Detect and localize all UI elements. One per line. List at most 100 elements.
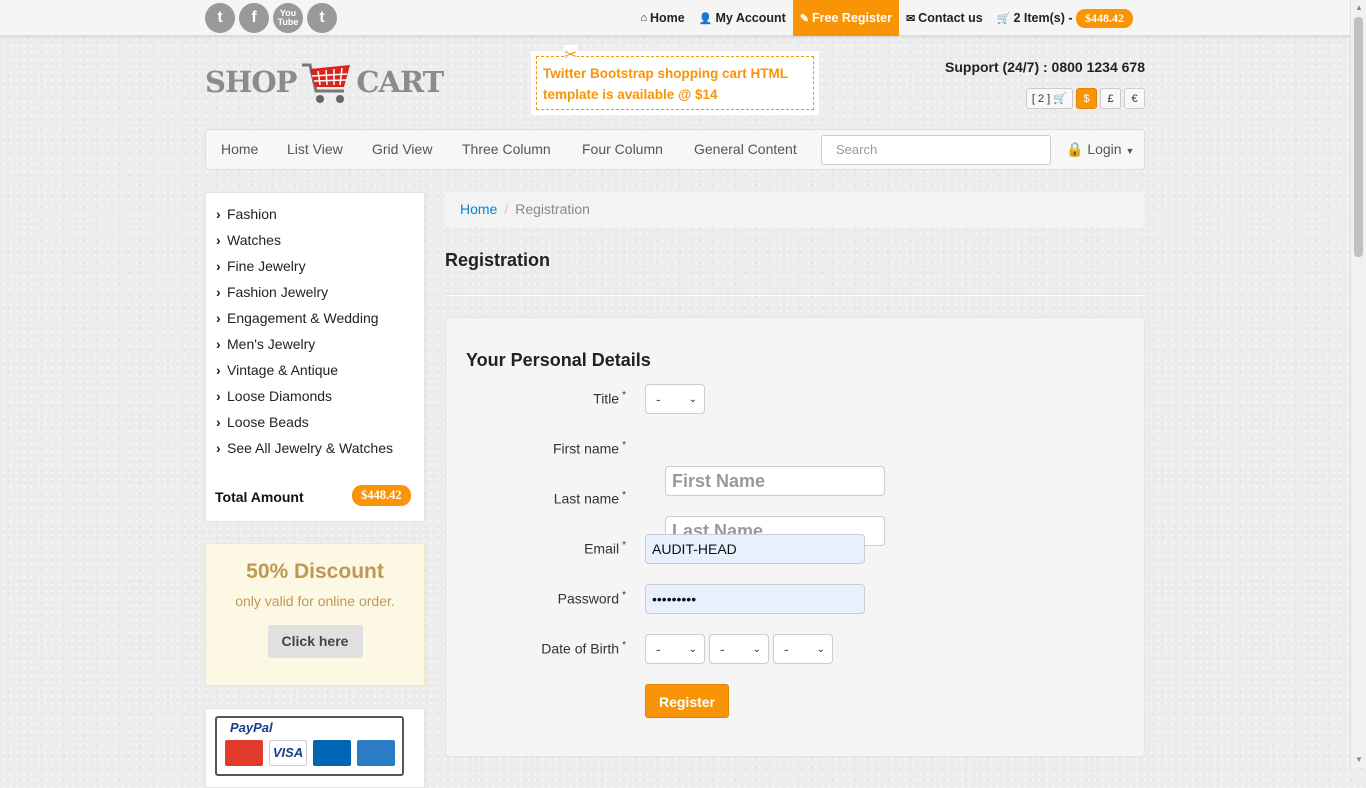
dob-year-value: - bbox=[784, 641, 789, 657]
category-item[interactable]: › Fashion Jewelry bbox=[216, 284, 328, 300]
category-item[interactable]: › Watches bbox=[216, 232, 281, 248]
category-label: Watches bbox=[227, 232, 281, 248]
dob-month-select[interactable]: - ⌄ bbox=[709, 634, 769, 664]
promo-banner[interactable]: ✂ Twitter Bootstrap shopping cart HTML t… bbox=[531, 45, 819, 115]
promo-text: Twitter Bootstrap shopping cart HTML tem… bbox=[536, 56, 814, 110]
category-item[interactable]: › Fine Jewelry bbox=[216, 258, 306, 274]
category-item[interactable]: › Fashion bbox=[216, 206, 277, 222]
category-label: Engagement & Wedding bbox=[227, 310, 379, 326]
paypal-logos: PayPal VISA bbox=[215, 716, 404, 776]
promo-line-1: Twitter Bootstrap shopping cart HTML bbox=[543, 66, 788, 81]
cart-total-badge: $448.42 bbox=[1076, 8, 1133, 28]
category-sidebar: › Fashion › Watches › Fine Jewelry › Fashion… bbox=[205, 192, 425, 522]
login-dropdown[interactable]: 🔒 Login ▼ bbox=[1066, 130, 1134, 169]
category-label: Men's Jewelry bbox=[227, 336, 316, 352]
chevron-right-icon: › bbox=[216, 310, 221, 326]
scissors-icon: ✂ bbox=[564, 45, 578, 65]
scroll-up-icon[interactable]: ▲ bbox=[1355, 3, 1363, 12]
amex-icon bbox=[357, 740, 395, 766]
chevron-down-icon: ⌄ bbox=[688, 393, 697, 405]
discount-text: only valid for online order. bbox=[235, 593, 395, 609]
mini-cart-button[interactable]: [ 2 ] 🛒 bbox=[1025, 88, 1073, 109]
email-field[interactable]: AUDIT-HEAD bbox=[645, 534, 865, 564]
dob-month-value: - bbox=[720, 641, 725, 657]
discount-click-button[interactable]: Click here bbox=[267, 625, 363, 658]
search-input[interactable]: Search bbox=[821, 135, 1051, 165]
category-item[interactable]: › See All Jewelry & Watches bbox=[216, 440, 393, 456]
support-phone: Support (24/7) : 0800 1234 678 bbox=[945, 59, 1145, 75]
promo-line-2: template is available @ $14 bbox=[543, 87, 718, 102]
breadcrumb: Home / Registration bbox=[445, 192, 1145, 227]
page-scrollbar[interactable]: ▲ ▼ bbox=[1350, 0, 1366, 768]
free-register-link[interactable]: ✎ Free Register bbox=[792, 0, 899, 36]
top-home-link[interactable]: ⌂ Home bbox=[633, 0, 691, 36]
dob-day-select[interactable]: - ⌄ bbox=[645, 634, 705, 664]
title-select-value: - bbox=[656, 391, 661, 407]
nav-list-view[interactable]: List View bbox=[287, 130, 343, 169]
chevron-right-icon: › bbox=[216, 284, 221, 300]
envelope-icon: ✉ bbox=[905, 12, 916, 25]
chevron-right-icon: › bbox=[216, 388, 221, 404]
divider bbox=[445, 294, 1145, 296]
last-name-row: Last name * Last Name bbox=[446, 484, 1146, 546]
title-select[interactable]: - ⌄ bbox=[645, 384, 705, 414]
dob-day-value: - bbox=[656, 641, 661, 657]
main-navbar: Home List View Grid View Three Column Fo… bbox=[205, 129, 1145, 170]
twitter-icon[interactable]: t bbox=[205, 3, 235, 33]
edit-icon: ✎ bbox=[799, 12, 810, 25]
logo-text-right: CART bbox=[356, 65, 444, 99]
title-row: Title * - ⌄ bbox=[446, 384, 1146, 414]
category-item[interactable]: › Men's Jewelry bbox=[216, 336, 315, 352]
password-label: Password * bbox=[557, 590, 626, 607]
youtube-icon[interactable]: You Tube bbox=[273, 3, 303, 33]
mastercard-icon bbox=[225, 740, 263, 766]
category-label: Fine Jewelry bbox=[227, 258, 306, 274]
category-item[interactable]: › Loose Beads bbox=[216, 414, 309, 430]
first-name-label: First name * bbox=[552, 440, 626, 457]
tumblr-icon[interactable]: t bbox=[307, 3, 337, 33]
facebook-icon[interactable]: f bbox=[239, 3, 269, 33]
register-button[interactable]: Register bbox=[645, 684, 729, 718]
nav-grid-view[interactable]: Grid View bbox=[372, 130, 432, 169]
category-label: Loose Diamonds bbox=[227, 388, 333, 404]
cart-icon: 🛒 bbox=[996, 12, 1011, 25]
nav-three-column[interactable]: Three Column bbox=[462, 130, 551, 169]
social-links: t f You Tube t bbox=[205, 3, 337, 33]
password-row: Password * ••••••••• bbox=[446, 584, 1146, 614]
category-label: Fashion bbox=[227, 206, 277, 222]
currency-usd-button[interactable]: $ bbox=[1076, 88, 1097, 109]
currency-eur-button[interactable]: € bbox=[1124, 88, 1145, 109]
scrollbar-thumb[interactable] bbox=[1354, 17, 1363, 257]
cart-link[interactable]: 🛒 2 Item(s) - $448.42 bbox=[990, 0, 1140, 36]
chevron-right-icon: › bbox=[216, 336, 221, 352]
breadcrumb-current: Registration bbox=[515, 201, 590, 217]
dob-year-select[interactable]: - ⌄ bbox=[773, 634, 833, 664]
currency-gbp-button[interactable]: £ bbox=[1100, 88, 1121, 109]
shop-cart-logo[interactable]: SHOP CART bbox=[205, 57, 444, 107]
contact-link[interactable]: ✉ Contact us bbox=[899, 0, 990, 36]
my-account-link[interactable]: 👤 My Account bbox=[692, 0, 793, 36]
registration-form: Your Personal Details Title * - ⌄ First na… bbox=[445, 317, 1145, 757]
nav-general-content[interactable]: General Content bbox=[694, 130, 797, 169]
nav-home[interactable]: Home bbox=[221, 130, 258, 169]
category-item[interactable]: › Vintage & Antique bbox=[216, 362, 338, 378]
breadcrumb-home[interactable]: Home bbox=[460, 201, 497, 217]
top-nav: ⌂ Home 👤 My Account ✎ Free Register ✉ Contac… bbox=[633, 0, 1140, 36]
password-field[interactable]: ••••••••• bbox=[645, 584, 865, 614]
scroll-down-icon[interactable]: ▼ bbox=[1355, 755, 1363, 764]
chevron-right-icon: › bbox=[216, 206, 221, 222]
email-row: Email * AUDIT-HEAD bbox=[446, 534, 1146, 564]
breadcrumb-separator: / bbox=[504, 201, 509, 217]
category-item[interactable]: › Engagement & Wedding bbox=[216, 310, 379, 326]
category-label: See All Jewelry & Watches bbox=[227, 440, 393, 456]
chevron-down-icon: ⌄ bbox=[816, 643, 825, 655]
nav-four-column[interactable]: Four Column bbox=[582, 130, 663, 169]
contact-label: Contact us bbox=[918, 11, 983, 25]
chevron-right-icon: › bbox=[216, 258, 221, 274]
login-label: Login bbox=[1087, 141, 1122, 157]
my-account-label: My Account bbox=[715, 11, 786, 25]
user-icon: 👤 bbox=[698, 12, 713, 25]
form-heading: Your Personal Details bbox=[466, 350, 651, 370]
chevron-right-icon: › bbox=[216, 414, 221, 430]
category-item[interactable]: › Loose Diamonds bbox=[216, 388, 332, 404]
